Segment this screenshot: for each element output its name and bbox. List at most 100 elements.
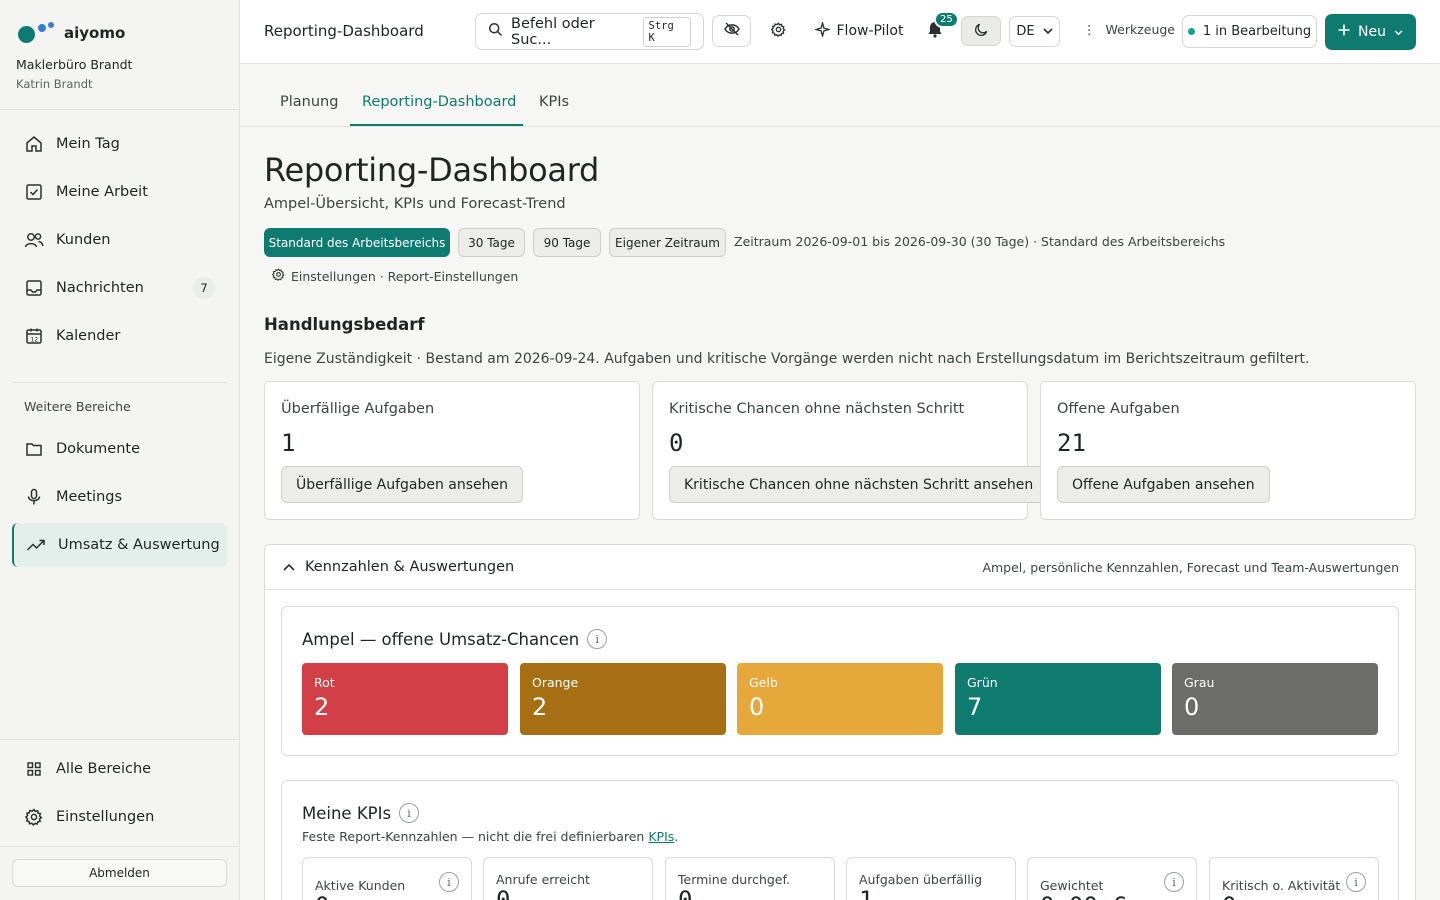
kpi-termine-durchgefuehrt[interactable]: Termine durchgef. 0 <box>665 857 835 900</box>
sidebar-item-mein-tag[interactable]: Mein Tag <box>12 122 227 166</box>
divider <box>0 739 239 740</box>
card-overdue-tasks: Überfällige Aufgaben 1 Überfällige Aufga… <box>264 381 640 520</box>
status-dot-icon <box>1187 28 1195 35</box>
new-label: Neu <box>1358 24 1386 40</box>
flow-pilot-button[interactable]: Flow-Pilot <box>812 15 904 47</box>
notifications-button[interactable]: 25 <box>924 11 959 47</box>
ampel-rot[interactable]: Rot 2 <box>302 663 508 735</box>
tab-planung[interactable]: Planung <box>280 94 338 110</box>
microphone-icon <box>24 487 44 507</box>
ampel-value: 7 <box>967 693 983 721</box>
notification-count: 25 <box>934 11 959 28</box>
users-icon <box>24 230 44 250</box>
brand-logo[interactable]: aiyomo <box>18 22 125 44</box>
kpi-label: Anrufe erreicht <box>496 872 590 887</box>
filter-90-tage[interactable]: 90 Tage <box>533 228 601 257</box>
ampel-label: Grau <box>1184 675 1215 690</box>
work-status-button[interactable]: 1 in Bearbeitung <box>1182 15 1317 48</box>
kpi-subtitle: Feste Report-Kennzahlen — nicht die frei… <box>302 829 679 844</box>
section-description: Eigene Zuständigkeit · Bestand am 2026-0… <box>264 351 1310 367</box>
new-button[interactable]: Neu <box>1325 14 1416 50</box>
view-open-tasks-button[interactable]: Offene Aufgaben ansehen <box>1057 466 1270 503</box>
filter-standard[interactable]: Standard des Arbeitsbereichs <box>264 228 450 257</box>
kpi-value: 0 <box>315 892 329 900</box>
folder-icon <box>24 439 44 459</box>
view-overdue-tasks-button[interactable]: Überfällige Aufgaben ansehen <box>281 466 524 503</box>
kpi-label: Kritisch o. Aktivität <box>1222 878 1341 893</box>
kpi-kritisch-ohne-aktivitaet[interactable]: Kritisch o. Aktivität i 0 <box>1209 857 1379 900</box>
kpi-value: 0 <box>1222 892 1236 900</box>
info-icon[interactable]: i <box>1346 872 1366 892</box>
info-icon[interactable]: i <box>439 872 459 892</box>
sidebar-item-kalender[interactable]: 12 Kalender <box>12 314 227 358</box>
sidebar-item-label: Mein Tag <box>56 136 120 152</box>
search-input[interactable]: Befehl oder Suc... <box>511 16 635 48</box>
tools-menu[interactable]: ⋮ Werkzeuge <box>1083 22 1175 37</box>
command-search[interactable]: Befehl oder Suc... Strg K <box>475 13 704 50</box>
sidebar-item-kunden[interactable]: Kunden <box>12 218 227 262</box>
user-name: Katrin Brandt <box>16 77 93 91</box>
kpi-value: 1 <box>859 886 874 900</box>
sidebar-item-alle-bereiche[interactable]: Alle Bereiche <box>12 747 227 791</box>
sidebar-item-meetings[interactable]: Meetings <box>12 475 227 519</box>
flow-pilot-label: Flow-Pilot <box>836 23 904 39</box>
chevron-down-icon <box>1043 24 1053 39</box>
report-settings-link[interactable]: Einstellungen · Report-Einstellungen <box>271 268 519 284</box>
kennzahlen-panel: Kennzahlen & Auswertungen Ampel, persönl… <box>264 544 1416 900</box>
kpi-aufgaben-ueberfaellig[interactable]: Aufgaben überfällig 1 <box>846 857 1016 900</box>
ampel-gruen[interactable]: Grün 7 <box>955 663 1161 735</box>
svg-text:12: 12 <box>31 337 39 344</box>
tab-kpis[interactable]: KPIs <box>539 94 569 110</box>
org-name: Maklerbüro Brandt <box>16 57 133 72</box>
privacy-toggle-button[interactable] <box>712 15 751 47</box>
sidebar-item-einstellungen[interactable]: Einstellungen <box>12 795 227 839</box>
sidebar-item-umsatz-auswertung[interactable]: Umsatz & Auswertung <box>12 523 227 567</box>
kpi-gewichtet[interactable]: Gewichtet i 0,00 € <box>1027 857 1197 900</box>
settings-button[interactable] <box>768 15 788 47</box>
logout-button[interactable]: Abmelden <box>12 859 227 887</box>
divider <box>12 382 227 383</box>
filter-eigener-zeitraum[interactable]: Eigener Zeitraum <box>609 228 726 257</box>
sidebar-item-dokumente[interactable]: Dokumente <box>12 427 227 471</box>
panel-header[interactable]: Kennzahlen & Auswertungen Ampel, persönl… <box>265 545 1415 590</box>
view-critical-opportunities-button[interactable]: Kritische Chancen ohne nächsten Schritt … <box>669 466 1049 503</box>
sidebar-item-label: Umsatz & Auswertung <box>58 537 220 553</box>
dark-mode-toggle[interactable] <box>961 16 1001 46</box>
language-select[interactable]: DE <box>1009 16 1060 47</box>
ampel-label: Orange <box>532 675 579 690</box>
settings-link-label: Einstellungen · Report-Einstellungen <box>291 268 519 284</box>
sidebar-item-meine-arbeit[interactable]: Meine Arbeit <box>12 170 227 214</box>
ampel-title: Ampel — offene Umsatz-Chancen <box>302 629 580 649</box>
tab-reporting-dashboard[interactable]: Reporting-Dashboard <box>362 94 516 110</box>
language-value: DE <box>1016 24 1035 39</box>
info-icon[interactable]: i <box>399 803 420 823</box>
collapse-toggle[interactable]: Kennzahlen & Auswertungen <box>283 559 514 575</box>
panel-note: Ampel, persönliche Kennzahlen, Forecast … <box>982 560 1399 575</box>
sparkle-icon <box>812 19 832 41</box>
range-info: Zeitraum 2026-09-01 bis 2026-09-30 (30 T… <box>734 234 1226 249</box>
ampel-grau[interactable]: Grau 0 <box>1172 663 1378 735</box>
ampel-card: Ampel — offene Umsatz-Chancen i Rot 2 Or… <box>281 606 1399 756</box>
sidebar-item-nachrichten[interactable]: Nachrichten 7 <box>12 266 227 310</box>
topbar: Reporting-Dashboard Befehl oder Suc... S… <box>240 0 1440 64</box>
tools-label: Werkzeuge <box>1105 22 1176 37</box>
logo-icon <box>18 22 56 44</box>
info-icon[interactable]: i <box>1164 872 1184 892</box>
kpis-link[interactable]: KPIs <box>648 829 674 844</box>
ampel-orange[interactable]: Orange 2 <box>520 663 726 735</box>
ampel-gelb[interactable]: Gelb 0 <box>737 663 943 735</box>
inbox-icon <box>24 278 44 298</box>
kpi-anrufe-erreicht[interactable]: Anrufe erreicht 0 <box>483 857 653 900</box>
panel-title: Kennzahlen & Auswertungen <box>305 559 515 575</box>
divider <box>0 109 239 110</box>
page-subtitle: Ampel-Übersicht, KPIs und Forecast-Trend <box>264 196 566 212</box>
card-value: 0 <box>669 429 684 457</box>
filter-30-tage[interactable]: 30 Tage <box>458 228 525 257</box>
gear-icon <box>271 268 285 284</box>
card-value: 21 <box>1057 429 1086 457</box>
info-icon[interactable]: i <box>587 629 608 649</box>
gear-icon <box>24 807 44 827</box>
kpi-aktive-kunden[interactable]: Aktive Kunden i 0 <box>302 857 472 900</box>
ampel-label: Gelb <box>749 675 778 690</box>
ampel-value: 2 <box>532 693 548 721</box>
